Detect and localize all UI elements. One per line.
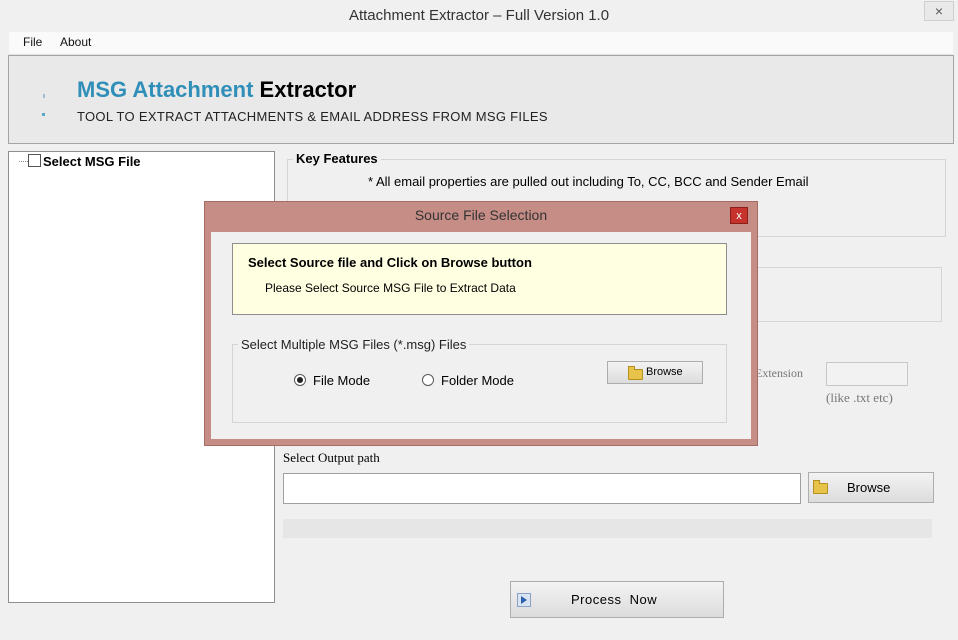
extension-input[interactable] — [826, 362, 908, 386]
tree-root-label[interactable]: Select MSG File — [43, 154, 141, 169]
dialog-browse-button[interactable]: Browse — [607, 361, 703, 384]
logo-dot-icon — [42, 113, 45, 116]
process-now-label: Process Now — [571, 592, 658, 607]
extension-hint: (like .txt etc) — [826, 390, 893, 405]
key-feature-line: * All email properties are pulled out in… — [368, 174, 809, 189]
app-title-accent: MSG Attachment — [77, 77, 254, 102]
extension-label: Extension — [755, 366, 803, 380]
output-path-input[interactable] — [283, 473, 801, 504]
folder-icon — [628, 366, 643, 380]
info-box — [232, 243, 727, 315]
app-title-rest: Extractor — [253, 77, 357, 102]
dialog-title: Source File Selection — [414, 207, 548, 223]
dialog-close-button[interactable]: x — [730, 207, 748, 224]
process-icon — [517, 593, 531, 607]
info-title: Select Source file and Click on Browse b… — [248, 255, 532, 270]
process-now-button[interactable]: Process Now — [510, 581, 724, 618]
progress-bar — [283, 519, 932, 538]
file-mode-label[interactable]: File Mode — [313, 373, 370, 388]
logo-mark-icon — [43, 94, 45, 98]
menu-file[interactable]: File — [23, 35, 42, 49]
window-title: Attachment Extractor – Full Version 1.0 — [348, 7, 610, 24]
app-title: MSG Attachment Extractor — [77, 77, 356, 103]
file-mode-radio[interactable] — [294, 374, 306, 386]
select-msg-file-checkbox[interactable] — [28, 154, 41, 167]
menu-bar: File About — [9, 32, 953, 55]
info-text: Please Select Source MSG File to Extract… — [265, 281, 516, 295]
folder-icon — [813, 480, 828, 494]
folder-mode-label[interactable]: Folder Mode — [441, 373, 514, 388]
window-close-button[interactable]: × — [924, 1, 954, 21]
output-browse-button[interactable]: Browse — [808, 472, 934, 503]
key-features-title: Key Features — [293, 151, 381, 166]
mode-group-title: Select Multiple MSG Files (*.msg) Files — [238, 337, 470, 352]
header-banner: MSG Attachment Extractor TOOL TO EXTRACT… — [8, 55, 954, 144]
app-subtitle: TOOL TO EXTRACT ATTACHMENTS & EMAIL ADDR… — [77, 109, 548, 124]
output-browse-label: Browse — [847, 480, 891, 495]
menu-about[interactable]: About — [60, 35, 91, 49]
folder-mode-radio[interactable] — [422, 374, 434, 386]
tree-connector — [19, 161, 28, 162]
output-path-label: Select Output path — [283, 450, 380, 465]
dialog-browse-label: Browse — [646, 366, 683, 378]
